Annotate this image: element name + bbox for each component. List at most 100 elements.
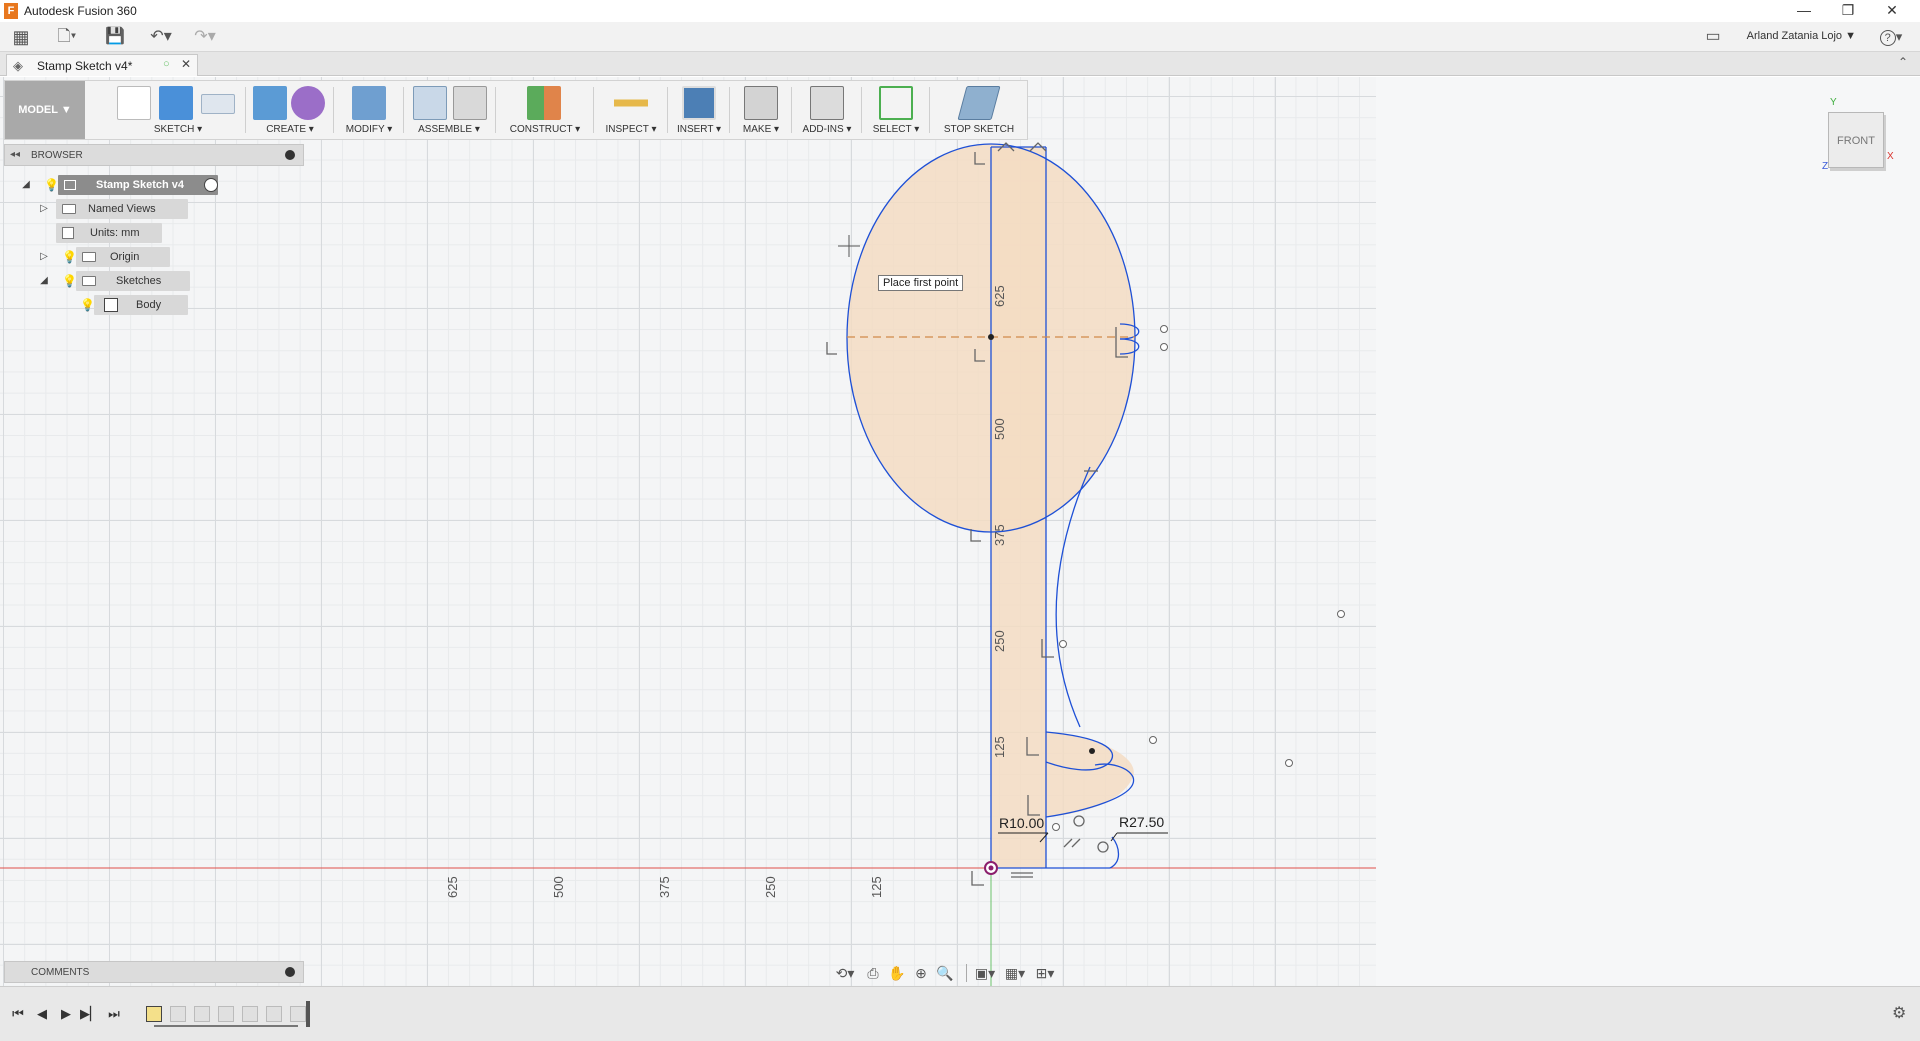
go-to-end-icon[interactable]: ⏭ bbox=[104, 1004, 124, 1024]
play-icon[interactable]: ▶ bbox=[56, 1004, 76, 1024]
redo-icon[interactable]: ↷▾ bbox=[188, 26, 222, 48]
select-group[interactable]: SELECT ▾ bbox=[865, 81, 927, 139]
save-icon[interactable]: 💾 bbox=[104, 26, 126, 48]
sketch-geometry[interactable] bbox=[0, 77, 1920, 986]
spline-handle[interactable] bbox=[1285, 759, 1293, 767]
workspace-switcher[interactable]: MODEL ▼ bbox=[5, 81, 85, 139]
timeline-feature-icon[interactable] bbox=[218, 1006, 234, 1022]
visibility-bulb-icon[interactable]: 💡 bbox=[62, 250, 77, 264]
activate-radio-icon[interactable] bbox=[204, 178, 218, 192]
coincident-constraint-icon[interactable] bbox=[971, 871, 984, 886]
measure-icon[interactable] bbox=[614, 86, 648, 120]
close-window-icon[interactable]: ✕ bbox=[1870, 0, 1914, 22]
3d-print-icon[interactable] bbox=[744, 86, 778, 120]
spline-handle[interactable] bbox=[1052, 823, 1060, 831]
close-tab-icon[interactable]: ✕ bbox=[181, 57, 191, 71]
expand-triangle-icon[interactable]: ▷ bbox=[38, 251, 50, 263]
construct-group[interactable]: CONSTRUCT ▾ bbox=[499, 81, 591, 139]
joint-icon[interactable] bbox=[453, 86, 487, 120]
spline-handle[interactable] bbox=[1160, 343, 1168, 351]
zoom-window-icon[interactable]: 🔍▾ bbox=[933, 962, 957, 1003]
design-canvas[interactable]: Place first point 625 500 375 250 125 62… bbox=[0, 77, 1920, 986]
grid-settings-icon[interactable]: ▦▾ bbox=[1003, 962, 1027, 984]
coincident-constraint-icon[interactable] bbox=[826, 342, 837, 355]
timeline-settings-gear-icon[interactable]: ⚙ bbox=[1892, 1003, 1906, 1023]
center-point[interactable] bbox=[988, 334, 994, 340]
app-grid-icon[interactable]: ▦ bbox=[10, 26, 32, 48]
parallel-constraint-icon[interactable] bbox=[1063, 838, 1081, 848]
add-ins-group[interactable]: ADD-INS ▾ bbox=[795, 81, 859, 139]
radius-dimension-right[interactable]: R27.50 bbox=[1119, 814, 1164, 830]
viewports-icon[interactable]: ⊞▾ bbox=[1033, 962, 1057, 984]
make-group[interactable]: MAKE ▾ bbox=[733, 81, 789, 139]
tree-node-sketches[interactable]: Sketches bbox=[76, 271, 190, 291]
new-component-icon[interactable] bbox=[413, 86, 447, 120]
tree-node-named-views[interactable]: Named Views bbox=[56, 199, 188, 219]
add-comment-icon[interactable] bbox=[285, 967, 295, 977]
help-icon[interactable]: ? ▾ bbox=[1876, 26, 1906, 48]
timeline-feature-icon[interactable] bbox=[290, 1006, 306, 1022]
collapse-panel-icon[interactable]: ◂◂ bbox=[10, 149, 20, 160]
sketch-point[interactable] bbox=[1089, 748, 1095, 754]
visibility-bulb-icon[interactable]: 💡 bbox=[62, 274, 77, 288]
user-account-menu[interactable]: Arland Zatania Lojo ▼ bbox=[1747, 30, 1856, 42]
inspect-group[interactable]: INSPECT ▾ bbox=[597, 81, 665, 139]
browser-panel-header[interactable]: ◂◂ BROWSER bbox=[4, 144, 304, 166]
timeline-feature-icon[interactable] bbox=[242, 1006, 258, 1022]
radius-dimension-left[interactable]: R10.00 bbox=[999, 815, 1044, 831]
modify-group[interactable]: MODIFY ▾ bbox=[337, 81, 401, 139]
collapse-triangle-icon[interactable]: ◢ bbox=[38, 275, 50, 287]
timeline-feature-icon[interactable] bbox=[170, 1006, 186, 1022]
collapse-triangle-icon[interactable]: ◢ bbox=[20, 179, 32, 191]
assemble-group[interactable]: ASSEMBLE ▾ bbox=[407, 81, 491, 139]
minimize-icon[interactable]: — bbox=[1782, 0, 1826, 22]
extrude-icon[interactable] bbox=[253, 86, 287, 120]
visibility-bulb-icon[interactable]: 💡 bbox=[80, 298, 95, 312]
create-sketch-icon[interactable] bbox=[117, 86, 151, 120]
spline-handle[interactable] bbox=[1337, 610, 1345, 618]
tree-node-origin[interactable]: Origin bbox=[76, 247, 170, 267]
select-icon[interactable] bbox=[879, 86, 913, 120]
offset-plane-icon[interactable] bbox=[527, 86, 561, 120]
comments-panel-header[interactable]: COMMENTS bbox=[4, 961, 304, 983]
timeline-sketch-feature-icon[interactable] bbox=[146, 1006, 162, 1022]
form-icon[interactable] bbox=[291, 86, 325, 120]
line-tool-icon[interactable] bbox=[159, 86, 193, 120]
display-settings-icon[interactable]: ▣▾ bbox=[973, 962, 997, 984]
expand-triangle-icon[interactable]: ▷ bbox=[38, 203, 50, 215]
tree-node-units[interactable]: Units: mm bbox=[56, 223, 162, 243]
timeline-feature-icon[interactable] bbox=[266, 1006, 282, 1022]
tree-node-root[interactable]: Stamp Sketch v4 bbox=[58, 175, 218, 195]
stop-sketch-button[interactable]: STOP SKETCH bbox=[933, 81, 1025, 139]
sketch-group[interactable]: SKETCH ▾ bbox=[113, 81, 243, 139]
orbit-icon[interactable]: ⟲▾ bbox=[833, 962, 857, 984]
create-group[interactable]: CREATE ▾ bbox=[249, 81, 331, 139]
sketch-arc-r27[interactable] bbox=[1109, 836, 1120, 869]
scripts-icon[interactable] bbox=[810, 86, 844, 120]
collapse-ribbon-icon[interactable]: ⌃ bbox=[1898, 55, 1908, 69]
file-menu-icon[interactable]: 🗋▾ bbox=[52, 26, 82, 48]
undo-icon[interactable]: ↶▾ bbox=[144, 26, 178, 48]
restore-icon[interactable]: ❐ bbox=[1826, 0, 1870, 22]
spline-handle[interactable] bbox=[1059, 640, 1067, 648]
timeline-marker[interactable] bbox=[306, 1001, 310, 1027]
press-pull-icon[interactable] bbox=[352, 86, 386, 120]
tangent-constraint-icon[interactable] bbox=[1097, 841, 1109, 853]
step-back-icon[interactable]: ◀ bbox=[32, 1004, 52, 1024]
notifications-icon[interactable]: ▭ bbox=[1702, 26, 1724, 48]
visibility-bulb-icon[interactable]: 💡 bbox=[44, 178, 59, 192]
spline-handle[interactable] bbox=[1160, 325, 1168, 333]
rectangle-tool-icon[interactable] bbox=[201, 94, 235, 114]
viewcube[interactable]: FRONT bbox=[1828, 112, 1884, 168]
step-forward-icon[interactable]: ▶▏ bbox=[80, 1004, 100, 1024]
tangent-constraint-icon[interactable] bbox=[1073, 815, 1085, 827]
go-to-start-icon[interactable]: ⏮ bbox=[8, 1004, 28, 1024]
horizontal-constraint-icon[interactable] bbox=[1011, 872, 1033, 878]
look-at-icon[interactable]: ⎙ bbox=[861, 962, 885, 984]
zoom-icon[interactable]: ⊕ bbox=[909, 962, 933, 984]
spline-handle[interactable] bbox=[1149, 736, 1157, 744]
insert-image-icon[interactable] bbox=[682, 86, 716, 120]
document-tab[interactable]: ◈ Stamp Sketch v4* ○ ✕ bbox=[6, 54, 198, 76]
pan-icon[interactable]: ✋ bbox=[885, 962, 909, 984]
tree-node-body-sketch[interactable]: Body bbox=[94, 295, 188, 315]
